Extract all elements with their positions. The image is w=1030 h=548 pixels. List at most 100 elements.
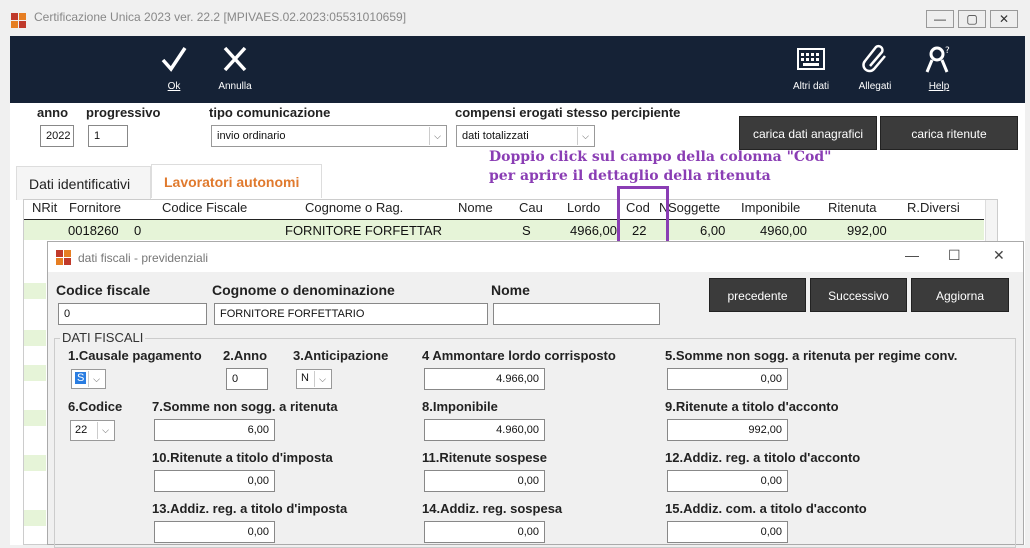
cell-imponibile: 4960,00 <box>760 223 807 238</box>
cf-input[interactable]: 0 <box>58 303 207 325</box>
addiz-reg-imposta-input[interactable]: 0,00 <box>154 521 275 543</box>
causale-select[interactable]: S ⌵ <box>71 369 106 389</box>
allegati-button[interactable]: Allegati <box>852 44 898 92</box>
dialog-maximize-icon[interactable]: ☐ <box>948 247 961 264</box>
ok-label: Ok <box>167 81 181 92</box>
f13-label: 13.Addiz. reg. a titolo d'imposta <box>152 501 348 516</box>
col-imponibile: Imponibile <box>741 200 801 215</box>
table-row-stripe <box>24 455 46 471</box>
causale-value: S <box>75 372 87 384</box>
tab-dati-identificativi[interactable]: Dati identificativi <box>16 166 151 200</box>
somme-regime-conv-input[interactable]: 0,00 <box>667 368 788 390</box>
dialog-minimize-icon[interactable]: — <box>905 247 919 263</box>
col-codice-fiscale: Codice Fiscale <box>162 200 248 215</box>
cell-fornitore: 0018260 <box>68 223 119 238</box>
cell-cognome: FORNITORE FORFETTAR <box>285 223 442 238</box>
dati-fiscali-dialog: dati fiscali - previdenziali — ☐ ✕ Codic… <box>47 241 1024 548</box>
ritenute-sospese-input[interactable]: 0,00 <box>424 470 545 492</box>
check-icon <box>161 47 187 72</box>
f3-label: 3.Anticipazione <box>293 348 389 363</box>
f12-label: 12.Addiz. reg. a titolo d'acconto <box>665 450 861 465</box>
table-row-stripe <box>24 330 46 346</box>
codice-select[interactable]: 22 ⌵ <box>70 420 115 441</box>
f1-label: 1.Causale pagamento <box>68 348 202 363</box>
addiz-reg-sospesa-input[interactable]: 0,00 <box>424 521 545 543</box>
f5-label: 5.Somme non sogg. a ritenuta per regime … <box>665 348 958 363</box>
help-label: Help <box>928 81 950 92</box>
table-row-stripe <box>24 365 46 381</box>
close-button[interactable]: ✕ <box>990 10 1018 28</box>
f6-label: 6.Codice <box>68 399 123 414</box>
col-nome: Nome <box>458 200 493 215</box>
f9-label: 9.Ritenute a titolo d'acconto <box>665 399 839 414</box>
window-title: Certificazione Unica 2023 ver. 22.2 [MPI… <box>34 10 407 24</box>
paperclip-icon <box>862 44 886 73</box>
progressivo-input[interactable]: 1 <box>88 125 128 147</box>
chevron-down-icon: ⌵ <box>577 127 593 145</box>
cell-lordo: 4966,00 <box>570 223 617 238</box>
close-x-icon <box>223 46 247 72</box>
altri-dati-button[interactable]: Altri dati <box>788 44 834 92</box>
aggiorna-button[interactable]: Aggiorna <box>911 278 1009 312</box>
carica-dati-anagrafici-button[interactable]: carica dati anagrafici <box>739 116 877 150</box>
anticipazione-select[interactable]: N ⌵ <box>296 369 332 389</box>
col-nrit: NRit <box>32 200 58 215</box>
tipo-comunicazione-select[interactable]: invio ordinario ⌵ <box>211 125 447 147</box>
annulla-button[interactable]: Annulla <box>214 44 256 92</box>
codice-value: 22 <box>75 424 88 436</box>
cell-cau: S <box>522 223 531 238</box>
table-row[interactable] <box>24 220 984 240</box>
compensi-select[interactable]: dati totalizzati ⌵ <box>456 125 595 147</box>
col-lordo: Lordo <box>567 200 601 215</box>
precedente-button[interactable]: precedente <box>709 278 806 312</box>
anno-input[interactable]: 2022 <box>40 125 74 147</box>
somme-non-sogg-input[interactable]: 6,00 <box>154 419 275 441</box>
app-logo-icon <box>11 13 27 29</box>
ammontare-lordo-input[interactable]: 4.966,00 <box>424 368 545 390</box>
cell-soggette: 6,00 <box>700 223 726 238</box>
col-rdiversi: R.Diversi <box>907 200 960 215</box>
cognome-label: Cognome o denominazione <box>212 282 395 298</box>
annulla-label: Annulla <box>218 81 252 92</box>
cognome-input[interactable]: FORNITORE FORFETTARIO <box>214 303 488 325</box>
toolbar: Ok Annulla Altri dati Allegati ? Help <box>10 36 1025 103</box>
ok-button[interactable]: Ok <box>158 44 190 92</box>
annotation-note: Doppio click sul campo della colonna "Co… <box>489 148 831 186</box>
cell-codice-fiscale: 0 <box>134 223 142 238</box>
help-button[interactable]: ? Help <box>922 44 956 92</box>
col-cognome: Cognome o Rag. <box>305 200 404 215</box>
addiz-reg-acconto-input[interactable]: 0,00 <box>667 470 788 492</box>
allegati-label: Allegati <box>858 81 892 92</box>
minimize-button[interactable]: — <box>926 10 954 28</box>
table-row-stripe <box>24 410 46 426</box>
title-bar: Certificazione Unica 2023 ver. 22.2 [MPI… <box>0 0 1030 36</box>
anno-fiscale-input[interactable]: 0 <box>226 368 268 390</box>
tipo-comunicazione-value: invio ordinario <box>217 130 286 142</box>
col-ritenuta: Ritenuta <box>828 200 877 215</box>
grid-icon <box>797 48 825 70</box>
dialog-logo-icon <box>56 250 72 266</box>
f14-label: 14.Addiz. reg. sospesa <box>422 501 563 516</box>
addiz-com-acconto-input[interactable]: 0,00 <box>667 521 788 543</box>
table-row-stripe <box>24 510 46 526</box>
chevron-down-icon: ⌵ <box>314 371 330 387</box>
dialog-title-bar: dati fiscali - previdenziali — ☐ ✕ <box>48 242 1023 272</box>
maximize-button[interactable]: ▢ <box>958 10 986 28</box>
nome-input[interactable] <box>493 303 660 325</box>
ritenute-acconto-input[interactable]: 992,00 <box>667 419 788 441</box>
dialog-title: dati fiscali - previdenziali <box>78 251 209 265</box>
nome-label: Nome <box>491 282 530 298</box>
tab-lavoratori-autonomi[interactable]: Lavoratori autonomi <box>151 164 322 198</box>
dati-fiscali-heading: DATI FISCALI <box>60 330 146 345</box>
help-person-icon: ? <box>925 46 950 73</box>
dialog-close-icon[interactable]: ✕ <box>993 247 1005 264</box>
f11-label: 11.Ritenute sospese <box>422 450 547 465</box>
chevron-down-icon: ⌵ <box>429 127 445 145</box>
imponibile-input[interactable]: 4.960,00 <box>424 419 545 441</box>
compensi-label: compensi erogati stesso percipiente <box>455 105 681 120</box>
successivo-button[interactable]: Successivo <box>810 278 907 312</box>
altri-dati-label: Altri dati <box>792 81 830 92</box>
carica-ritenute-button[interactable]: carica ritenute <box>880 116 1018 150</box>
ritenute-imposta-input[interactable]: 0,00 <box>154 470 275 492</box>
f8-label: 8.Imponibile <box>422 399 498 414</box>
